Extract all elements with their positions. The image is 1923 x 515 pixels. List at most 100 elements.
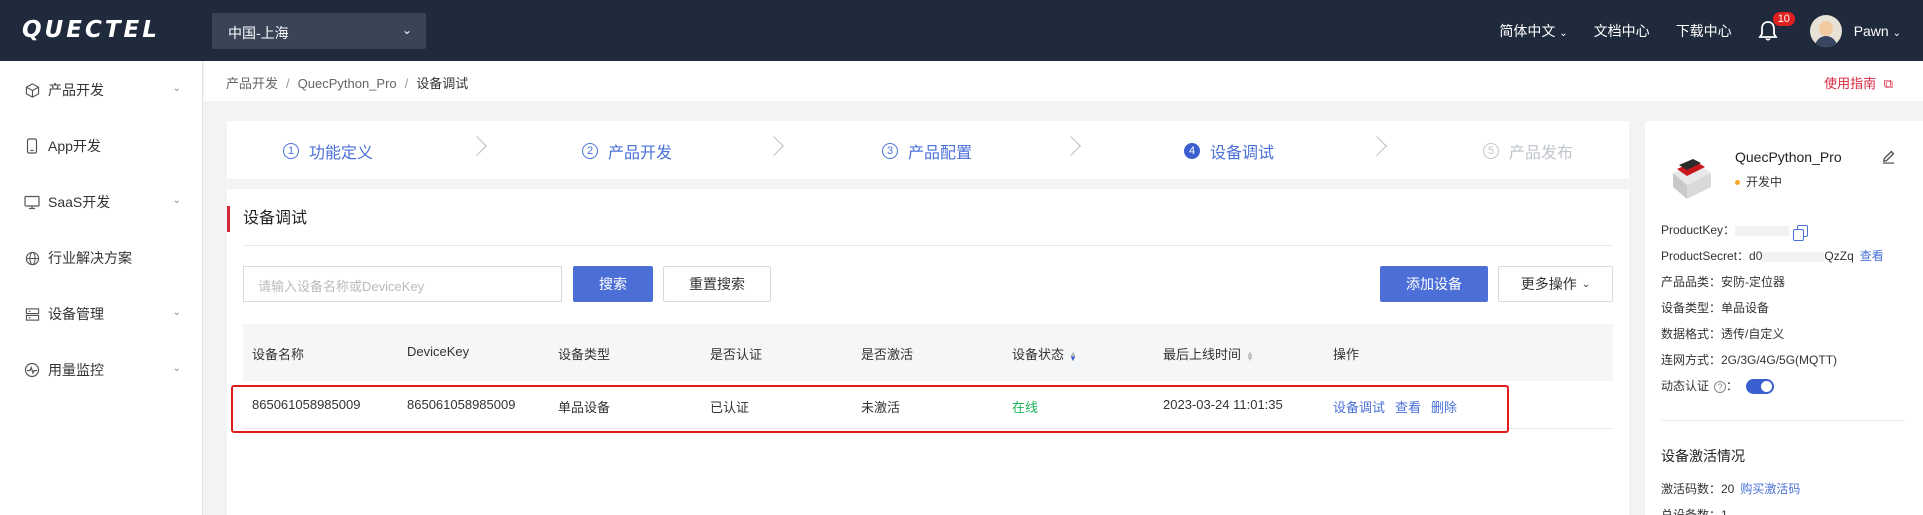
step-device-debugging[interactable]: 4 设备调试 xyxy=(1184,139,1274,163)
view-secret-link[interactable]: 查看 xyxy=(1860,249,1884,263)
chevron-down-icon: ⌄ xyxy=(1559,27,1568,39)
download-link[interactable]: 下载中心 xyxy=(1676,21,1732,41)
search-button[interactable]: 搜索 xyxy=(573,266,653,302)
breadcrumb-item[interactable]: 产品开发 xyxy=(226,76,278,91)
column-header: 是否激活 xyxy=(861,347,914,362)
user-menu[interactable]: Pawn ⌄ xyxy=(1854,23,1901,39)
chevron-down-icon: ⌄ xyxy=(1581,278,1591,290)
chevron-down-icon: ⌄ xyxy=(172,195,181,206)
view-device-link[interactable]: 查看 xyxy=(1395,400,1421,415)
step-product-release: 5 产品发布 xyxy=(1483,139,1573,163)
product-image xyxy=(1673,159,1711,199)
chevron-down-icon: ⌄ xyxy=(172,307,181,318)
product-data-format: 数据格式：透传/自定义 xyxy=(1661,327,1785,341)
sidebar-item-label: 行业解决方案 xyxy=(48,250,132,266)
activation-section-title: 设备激活情况 xyxy=(1661,448,1745,464)
phone-icon xyxy=(24,138,40,154)
step-label: 功能定义 xyxy=(309,145,374,162)
step-number: 1 xyxy=(283,143,299,159)
device-icon xyxy=(24,306,40,322)
device-debug-card: 设备调试 请输入设备名称或DeviceKey 搜索 重置搜索 添加设备 更多操作… xyxy=(227,189,1629,515)
device-type-cell: 单品设备 xyxy=(558,400,611,415)
sidebar-item-usage-monitoring[interactable]: 用量监控 ⌄ xyxy=(0,350,203,390)
step-function-definition[interactable]: 1 功能定义 xyxy=(283,139,373,163)
pulse-icon xyxy=(24,362,40,378)
sidebar-item-app-dev[interactable]: App开发 xyxy=(0,126,203,166)
chevron-down-icon: ⌄ xyxy=(401,23,412,37)
user-avatar[interactable] xyxy=(1809,14,1842,47)
help-icon[interactable]: ? xyxy=(1714,381,1727,393)
sidebar-item-industry-solutions[interactable]: 行业解决方案 xyxy=(0,238,203,278)
device-search-input[interactable]: 请输入设备名称或DeviceKey xyxy=(243,266,562,302)
sidebar-item-saas-dev[interactable]: SaaS开发 ⌄ xyxy=(0,182,203,222)
step-label: 产品开发 xyxy=(608,145,673,162)
sidebar-item-label: 用量监控 xyxy=(48,362,104,378)
monitor-icon xyxy=(24,194,40,210)
notification-count-badge: 10 xyxy=(1771,10,1796,27)
add-device-button[interactable]: 添加设备 xyxy=(1380,266,1488,302)
buy-activation-codes-link[interactable]: 购买激活码 xyxy=(1740,482,1800,496)
more-actions-button[interactable]: 更多操作 ⌄ xyxy=(1498,266,1613,302)
sidebar-item-label: SaaS开发 xyxy=(48,194,111,210)
column-header-sortable[interactable]: 最后上线时间 ▲ ▼ xyxy=(1163,344,1254,363)
sort-icon[interactable]: ▲ ▼ xyxy=(1246,349,1254,362)
breadcrumb-bar: 产品开发 / QuecPython_Pro / 设备调试 使用指南 ⧉ xyxy=(204,61,1923,101)
product-network: 连网方式：2G/3G/4G/5G(MQTT) xyxy=(1661,353,1838,367)
activated-cell: 未激活 xyxy=(861,400,901,415)
debug-device-link[interactable]: 设备调试 xyxy=(1333,400,1385,415)
region-select-value: 中国-上海 xyxy=(228,25,289,41)
column-header: 设备名称 xyxy=(252,347,305,362)
product-key-row: ProductKey： xyxy=(1661,221,1809,241)
edit-icon[interactable] xyxy=(1881,149,1897,165)
sidebar-item-device-management[interactable]: 设备管理 ⌄ xyxy=(0,294,203,334)
actions-cell: 设备调试 查看 删除 xyxy=(1333,397,1467,416)
language-select[interactable]: 简体中文 ⌄ xyxy=(1499,21,1567,41)
breadcrumb-item[interactable]: QuecPython_Pro xyxy=(298,76,397,91)
step-number: 5 xyxy=(1483,143,1499,159)
sidebar-item-label: 设备管理 xyxy=(48,306,104,322)
top-navbar: QUECTEL 中国-上海 ⌄ 简体中文 ⌄ 文档中心 下载中心 10 Pawn… xyxy=(0,0,1923,61)
step-label: 产品发布 xyxy=(1509,145,1574,162)
breadcrumb: 产品开发 / QuecPython_Pro / 设备调试 xyxy=(226,76,469,91)
user-guide-link[interactable]: 使用指南 ⧉ xyxy=(1824,73,1893,92)
step-product-configuration[interactable]: 3 产品配置 xyxy=(882,139,972,163)
card-title: 设备调试 xyxy=(227,206,307,232)
product-name: QuecPython_Pro xyxy=(1735,149,1842,165)
delete-device-link[interactable]: 删除 xyxy=(1431,400,1457,415)
product-status: 开发中 xyxy=(1735,173,1782,190)
chevron-down-icon: ⌄ xyxy=(172,363,181,374)
region-select[interactable]: 中国-上海 ⌄ xyxy=(212,13,426,49)
product-device-type: 设备类型：单品设备 xyxy=(1661,301,1770,315)
dynamic-auth-toggle[interactable] xyxy=(1746,379,1775,395)
notification-bell-icon[interactable]: 10 xyxy=(1758,10,1796,42)
chevron-down-icon: ⌄ xyxy=(1892,27,1901,39)
status-cell: 在线 xyxy=(1012,400,1039,415)
copy-icon[interactable] xyxy=(1793,224,1809,241)
sidebar-item-label: 产品开发 xyxy=(48,82,104,98)
chevron-right-icon xyxy=(764,136,784,156)
chevron-right-icon xyxy=(467,136,487,156)
sidebar-item-product-dev[interactable]: 产品开发 ⌄ xyxy=(0,70,203,110)
device-table-header: 设备名称 DeviceKey 设备类型 是否认证 是否激活 设备状态 ▲ ▼ 最后上… xyxy=(243,324,1613,381)
device-key-cell: 865061058985009 xyxy=(407,397,516,412)
chevron-right-icon xyxy=(1061,136,1081,156)
total-devices: 总设备数：1 xyxy=(1661,508,1728,515)
table-row: 865061058985009 865061058985009 单品设备 已认证… xyxy=(243,381,1613,429)
product-info-panel: QuecPython_Pro 开发中 ProductKey： ProductSe… xyxy=(1645,121,1923,515)
sort-icon[interactable]: ▲ ▼ xyxy=(1069,349,1077,362)
breadcrumb-current: 设备调试 xyxy=(416,76,469,91)
step-product-development[interactable]: 2 产品开发 xyxy=(582,139,672,163)
quectel-logo[interactable]: QUECTEL xyxy=(22,17,160,43)
globe-icon xyxy=(24,250,40,266)
process-steps: 1 功能定义 2 产品开发 3 产品配置 4 设备调试 5 产品发布 xyxy=(227,121,1629,179)
reset-search-button[interactable]: 重置搜索 xyxy=(663,266,771,302)
sidebar-item-label: App开发 xyxy=(48,138,101,154)
product-category: 产品品类：安防-定位器 xyxy=(1661,275,1785,289)
sidebar: 产品开发 ⌄ App开发 SaaS开发 ⌄ 行业解决方案 设备管理 ⌄ 用量监控… xyxy=(0,61,203,515)
status-dot xyxy=(1735,180,1740,186)
column-header-sortable[interactable]: 设备状态 ▲ ▼ xyxy=(1012,344,1077,363)
docs-link[interactable]: 文档中心 xyxy=(1594,21,1650,41)
column-header: 设备类型 xyxy=(558,347,611,362)
step-label: 设备调试 xyxy=(1210,145,1275,162)
masked-value xyxy=(1735,225,1790,236)
